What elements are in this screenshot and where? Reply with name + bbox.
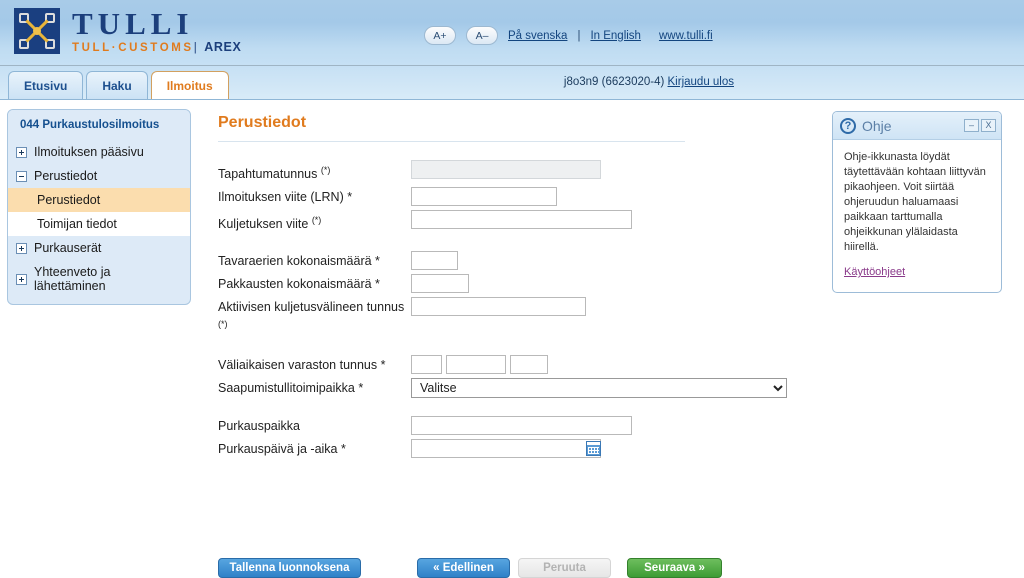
field-row-tapahtumatunnus: Tapahtumatunnus (*): [218, 159, 818, 183]
page-title: Perustiedot: [218, 114, 685, 142]
language-link-english[interactable]: In English: [590, 30, 641, 42]
help-guide-link[interactable]: Käyttöohjeet: [844, 266, 905, 278]
tab-haku[interactable]: Haku: [86, 71, 148, 99]
sidebar-item-label: Ilmoituksen pääsivu: [34, 145, 144, 159]
tab-ilmoitus[interactable]: Ilmoitus: [150, 71, 229, 100]
sidebar-subitem-toimijan-tiedot[interactable]: Toimijan tiedot: [8, 212, 190, 236]
form-actions: Tallenna luonnoksena « Edellinen Peruuta…: [218, 558, 722, 578]
field-row-saapumistulli: Saapumistullitoimipaikka * Valitse: [218, 377, 818, 399]
input-valiaikaisen-part2[interactable]: [446, 355, 506, 375]
label-tavaraerien: Tavaraerien kokonaismäärä *: [218, 254, 380, 269]
sidebar-item-label: Purkauserät: [34, 241, 102, 255]
close-icon[interactable]: X: [981, 119, 996, 132]
field-row-purkauspaiva: Purkauspäivä ja -aika *: [218, 438, 818, 459]
field-row-pakkausten: Pakkausten kokonaismäärä *: [218, 273, 818, 294]
user-info: j8o3n9 (6623020-4) Kirjaudu ulos: [564, 76, 734, 88]
input-purkauspaiva[interactable]: [411, 439, 601, 459]
field-row-kuljetuksen-viite: Kuljetuksen viite (*): [218, 209, 818, 233]
language-link-swedish[interactable]: På svenska: [508, 30, 567, 42]
logo-wordmark: TULLI: [72, 6, 194, 41]
help-panel-text: Ohje-ikkunasta löydät täytettävään kohta…: [844, 151, 986, 253]
field-row-valiaikaisen: Väliaikaisen varaston tunnus *: [218, 354, 818, 375]
label-purkauspaiva: Purkauspäivä ja -aika *: [218, 442, 346, 457]
header-toolbar: A+ A– På svenska | In English www.tulli.…: [424, 26, 713, 45]
external-site-link[interactable]: www.tulli.fi: [659, 30, 713, 42]
input-tavaraerien[interactable]: [411, 251, 458, 271]
logo-divider: |: [193, 42, 200, 54]
input-aktiivisen[interactable]: [411, 297, 586, 317]
input-valiaikaisen-part1[interactable]: [411, 355, 442, 375]
label-saapumistulli: Saapumistullitoimipaikka *: [218, 381, 364, 396]
sidebar-item-yhteenveto[interactable]: Yhteenveto ja lähettäminen: [8, 260, 190, 298]
input-lrn[interactable]: [411, 187, 557, 207]
brand-logo: TULLI TULL·CUSTOMS| AREX: [14, 8, 241, 55]
help-panel: ? Ohje – X Ohje-ikkunasta löydät täytett…: [832, 111, 1002, 293]
input-tapahtumatunnus: [411, 160, 601, 179]
expand-plus-icon[interactable]: [16, 146, 27, 158]
field-row-tavaraerien: Tavaraerien kokonaismäärä *: [218, 250, 818, 271]
next-button[interactable]: Seuraava »: [627, 558, 722, 578]
tab-etusivu[interactable]: Etusivu: [8, 71, 84, 99]
customs-crest-icon: [14, 8, 60, 54]
label-lrn: Ilmoituksen viite (LRN) *: [218, 190, 353, 205]
page-body: 044 Purkaustulosilmoitus Ilmoituksen pää…: [0, 99, 1024, 578]
app-name: AREX: [204, 40, 242, 54]
tab-bar: Etusivu Haku Ilmoitus j8o3n9 (6623020-4)…: [0, 66, 1024, 100]
save-draft-button[interactable]: Tallenna luonnoksena: [218, 558, 361, 578]
cancel-button: Peruuta: [518, 558, 611, 578]
expand-plus-icon[interactable]: [16, 273, 27, 285]
sidebar-navigation: 044 Purkaustulosilmoitus Ilmoituksen pää…: [7, 109, 191, 305]
select-saapumistullitoimipaikka[interactable]: Valitse: [411, 378, 787, 399]
calendar-icon[interactable]: [586, 441, 601, 457]
sidebar-item-label: Perustiedot: [34, 169, 98, 183]
help-panel-titlebar[interactable]: ? Ohje – X: [833, 112, 1001, 140]
sidebar-title: 044 Purkaustulosilmoitus: [8, 110, 190, 140]
help-panel-title: Ohje: [862, 117, 892, 134]
input-purkauspaikka[interactable]: [411, 416, 632, 436]
label-kuljetuksen-viite: Kuljetuksen viite (*): [218, 215, 322, 232]
input-valiaikaisen-part3[interactable]: [510, 355, 548, 375]
site-header: TULLI TULL·CUSTOMS| AREX A+ A– På svenska…: [0, 0, 1024, 66]
user-account: j8o3n9 (6623020-4): [563, 76, 665, 88]
label-valiaikaisen: Väliaikaisen varaston tunnus *: [218, 358, 386, 373]
label-pakkausten: Pakkausten kokonaismäärä *: [218, 277, 380, 292]
sidebar-item-label: Yhteenveto ja lähettäminen: [34, 265, 111, 293]
label-purkauspaikka: Purkauspaikka: [218, 419, 300, 434]
sidebar-item-purkauserat[interactable]: Purkauserät: [8, 236, 190, 260]
field-row-lrn: Ilmoituksen viite (LRN) *: [218, 186, 818, 207]
logo-subtitle: TULL·CUSTOMS: [72, 42, 194, 54]
font-decrease-button[interactable]: A–: [466, 26, 498, 45]
label-aktiivisen: Aktiivisen kuljetusvälineen tunnus (*): [218, 300, 405, 330]
sidebar-item-ilmoituksen-paasivu[interactable]: Ilmoituksen pääsivu: [8, 140, 190, 164]
input-kuljetuksen-viite[interactable]: [411, 210, 632, 230]
sidebar-item-perustiedot[interactable]: Perustiedot: [8, 164, 190, 188]
minimize-icon[interactable]: –: [964, 119, 979, 132]
expand-plus-icon[interactable]: [16, 242, 27, 254]
field-row-aktiivisen: Aktiivisen kuljetusvälineen tunnus (*): [218, 296, 818, 337]
label-tapahtumatunnus: Tapahtumatunnus (*): [218, 165, 331, 182]
question-mark-icon: ?: [840, 117, 856, 134]
collapse-minus-icon[interactable]: [16, 170, 27, 182]
field-row-purkauspaikka: Purkauspaikka: [218, 415, 818, 436]
form-panel: Perustiedot Tapahtumatunnus (*) Ilmoituk…: [218, 114, 818, 459]
input-pakkausten[interactable]: [411, 274, 469, 294]
sidebar-subitem-perustiedot[interactable]: Perustiedot: [8, 188, 190, 212]
logout-link[interactable]: Kirjaudu ulos: [668, 76, 734, 88]
language-separator: |: [577, 29, 581, 42]
font-increase-button[interactable]: A+: [424, 26, 456, 45]
previous-button[interactable]: « Edellinen: [417, 558, 510, 578]
